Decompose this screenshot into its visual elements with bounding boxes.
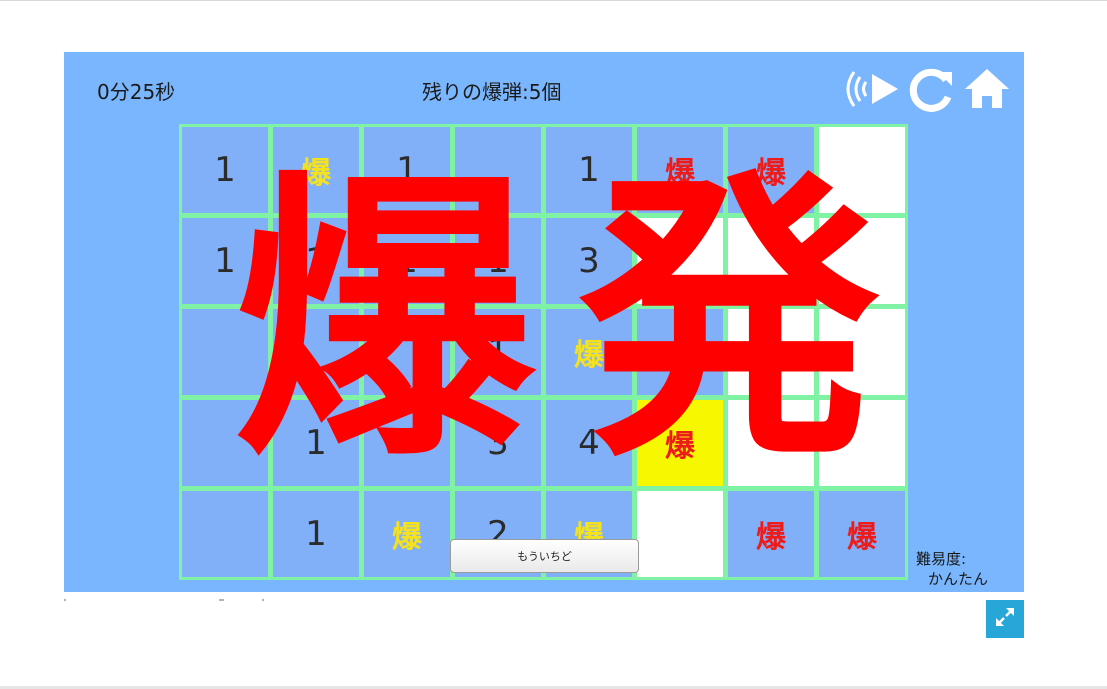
board-cell[interactable]: [634, 215, 726, 307]
board-cell[interactable]: [725, 306, 817, 398]
board-cell[interactable]: 爆: [361, 488, 453, 580]
cell-value: 1: [305, 514, 327, 554]
board-cell[interactable]: [816, 215, 908, 307]
board-cell[interactable]: 3: [452, 397, 544, 489]
game-canvas[interactable]: 0分25秒 残りの爆弾:5個 1爆11爆爆111131爆134爆1爆2爆爆爆 爆: [64, 52, 1024, 592]
cell-value: 1: [396, 241, 418, 281]
cell-value: 爆: [665, 156, 695, 191]
retry-button[interactable]: もういちど: [450, 539, 639, 573]
cell-value: 1: [487, 241, 509, 281]
cell-value: 4: [578, 423, 600, 463]
fullscreen-button[interactable]: [986, 600, 1024, 638]
board-cell[interactable]: 1: [452, 215, 544, 307]
board-cell[interactable]: [816, 397, 908, 489]
board-cell[interactable]: 1: [270, 215, 362, 307]
board-cell[interactable]: 3: [543, 215, 635, 307]
board-cell[interactable]: [179, 306, 271, 398]
board-cell[interactable]: [452, 124, 544, 216]
board-cell[interactable]: [816, 306, 908, 398]
board-cell[interactable]: 1: [270, 397, 362, 489]
board-cell[interactable]: 1: [179, 215, 271, 307]
board-cell[interactable]: 爆: [725, 488, 817, 580]
board-cell[interactable]: [361, 306, 453, 398]
cell-value: 爆: [665, 429, 695, 464]
board-cell[interactable]: [361, 397, 453, 489]
elapsed-timer: 0分25秒: [97, 80, 176, 104]
cell-value: 3: [487, 423, 509, 463]
board-cell[interactable]: 爆: [634, 397, 726, 489]
home-icon[interactable]: [962, 64, 1012, 118]
board-cell[interactable]: [634, 306, 726, 398]
board-cell[interactable]: [270, 306, 362, 398]
difficulty-label: 難易度:: [916, 550, 967, 568]
cell-value: 1: [214, 150, 236, 190]
cell-value: 1: [305, 423, 327, 463]
board-cell[interactable]: 4: [543, 397, 635, 489]
board-cell[interactable]: [179, 397, 271, 489]
board-cell[interactable]: 爆: [270, 124, 362, 216]
board-cell[interactable]: 爆: [725, 124, 817, 216]
board-cell[interactable]: 爆: [543, 306, 635, 398]
cell-value: 1: [396, 150, 418, 190]
board-cell[interactable]: [725, 397, 817, 489]
difficulty-value: かんたん: [928, 570, 989, 588]
board-cell[interactable]: [179, 488, 271, 580]
board-cell[interactable]: 1: [361, 215, 453, 307]
cell-value: 1: [578, 150, 600, 190]
board-cell[interactable]: 1: [452, 306, 544, 398]
difficulty-panel: 難易度: かんたん: [916, 549, 988, 589]
cell-value: 1: [214, 241, 236, 281]
board-cell[interactable]: 爆: [634, 124, 726, 216]
board-cell[interactable]: 1: [179, 124, 271, 216]
cell-value: 1: [305, 241, 327, 281]
cell-value: 爆: [756, 156, 786, 191]
board-cell[interactable]: 1: [361, 124, 453, 216]
cell-value: 爆: [574, 338, 604, 373]
sound-on-icon[interactable]: [844, 64, 902, 118]
cell-value: 爆: [301, 156, 331, 191]
board-cell[interactable]: 爆: [816, 488, 908, 580]
divider-marks: [64, 599, 264, 601]
minesweeper-board: 1爆11爆爆111131爆134爆1爆2爆爆爆: [179, 124, 908, 580]
cell-value: 3: [578, 241, 600, 281]
cell-value: 爆: [847, 520, 877, 555]
board-cell[interactable]: [634, 488, 726, 580]
frame-top-border: [0, 0, 1107, 1]
expand-icon: [994, 606, 1016, 632]
game-toolbar: [844, 64, 1014, 114]
board-cell[interactable]: 1: [270, 488, 362, 580]
board-cell[interactable]: 1: [543, 124, 635, 216]
restart-icon[interactable]: [908, 64, 954, 118]
cell-value: 爆: [756, 520, 786, 555]
remaining-bombs: 残りの爆弾:5個: [422, 80, 562, 104]
cell-value: 爆: [392, 520, 422, 555]
board-cell[interactable]: [816, 124, 908, 216]
cell-value: 1: [487, 332, 509, 372]
board-cell[interactable]: [725, 215, 817, 307]
